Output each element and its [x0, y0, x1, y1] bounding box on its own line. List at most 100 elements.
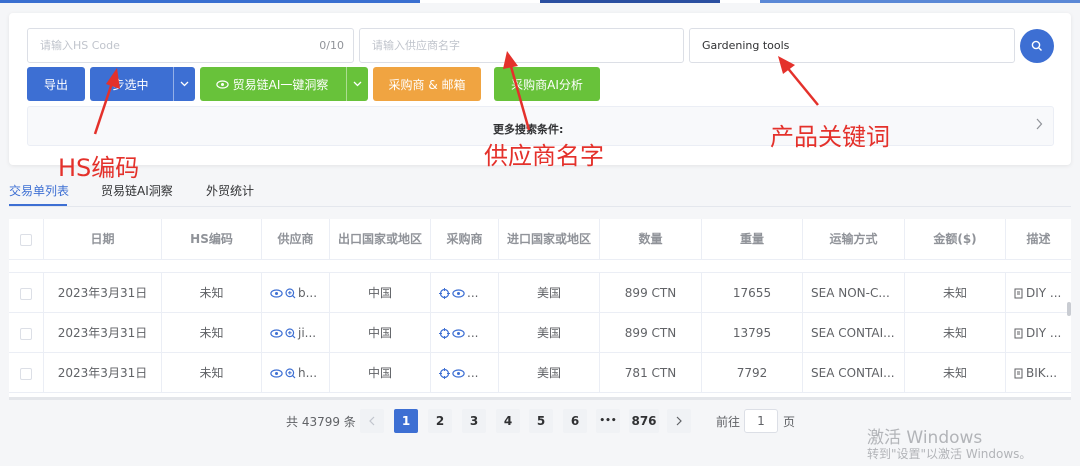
cell-import-country: 美国	[499, 353, 600, 393]
eye-icon[interactable]	[270, 369, 283, 378]
supplier-input[interactable]: 请输入供应商名字	[359, 28, 684, 63]
table-row[interactable]: 2023年3月31日 未知 ji... 中国 ... 美国 899 CTN 13…	[9, 313, 1071, 353]
target-icon[interactable]	[439, 368, 450, 379]
tab-ai-insight[interactable]: 贸易链AI洞察	[101, 182, 173, 199]
document-icon[interactable]	[1014, 328, 1024, 339]
header-hs-code[interactable]: HS编码	[162, 219, 262, 260]
cell-weight: 7792	[702, 353, 803, 393]
ai-insight-button[interactable]: 贸易链AI一键洞察	[200, 67, 368, 101]
search-button[interactable]	[1020, 29, 1054, 63]
cell-hs-code: 未知	[162, 313, 262, 353]
vertical-scrollbar[interactable]	[1067, 302, 1071, 316]
page-3-button[interactable]: 3	[462, 409, 486, 433]
horizontal-scrollbar[interactable]	[9, 397, 1071, 400]
export-label: 导出	[43, 77, 68, 92]
page-2-button[interactable]: 2	[428, 409, 452, 433]
table-row[interactable]	[9, 260, 1071, 273]
header-description[interactable]: 描述	[1006, 219, 1071, 260]
document-icon[interactable]	[1014, 368, 1024, 379]
cell-quantity: 899 CTN	[600, 273, 702, 313]
cell-buyer[interactable]: ...	[431, 273, 499, 313]
annotation-supplier: 供应商名字	[484, 142, 604, 170]
prev-page-button[interactable]	[360, 409, 384, 433]
header-date[interactable]: 日期	[44, 219, 162, 260]
sync-dropdown-toggle[interactable]	[173, 67, 195, 101]
export-button[interactable]: 导出	[27, 67, 85, 101]
buyer-name: ...	[467, 286, 479, 300]
sync-selected-label: 步选中	[112, 77, 149, 92]
select-all-checkbox[interactable]	[20, 233, 32, 246]
next-page-button[interactable]	[667, 409, 691, 433]
table-row[interactable]: 2023年3月31日 未知 b... 中国 ... 美国 899 CTN 176…	[9, 273, 1071, 313]
page-4-button[interactable]: 4	[496, 409, 520, 433]
cell-buyer[interactable]: ...	[431, 353, 499, 393]
buyer-ai-analysis-label: 采购商AI分析	[511, 77, 583, 92]
target-icon[interactable]	[439, 288, 450, 299]
cell-date: 2023年3月31日	[44, 273, 162, 313]
header-buyer[interactable]: 采购商	[431, 219, 499, 260]
page-last-button[interactable]: 876	[629, 409, 659, 433]
eye-icon[interactable]	[270, 289, 283, 298]
header-amount[interactable]: 金额($)	[905, 219, 1006, 260]
cell-buyer[interactable]: ...	[431, 313, 499, 353]
cell-supplier[interactable]: ji...	[262, 313, 330, 353]
eye-icon[interactable]	[452, 289, 465, 298]
cell-supplier[interactable]: b...	[262, 273, 330, 313]
page-suffix: 页	[783, 415, 796, 429]
header-import-country[interactable]: 进口国家或地区	[499, 219, 600, 260]
supplier-name: ji...	[298, 326, 317, 340]
eye-icon[interactable]	[452, 369, 465, 378]
row-checkbox[interactable]	[20, 367, 32, 380]
description-text: BIK...	[1026, 366, 1058, 380]
cell-supplier[interactable]: h...	[262, 353, 330, 393]
cell-transport: SEA CONTAI...	[803, 313, 905, 353]
header-export-country[interactable]: 出口国家或地区	[330, 219, 431, 260]
buyer-email-button[interactable]: 采购商 & 邮箱	[373, 67, 481, 101]
description-text: DIY ...	[1026, 326, 1062, 340]
eye-icon	[215, 79, 229, 89]
page-1-button[interactable]: 1	[394, 409, 418, 433]
buyer-name: ...	[467, 326, 479, 340]
row-checkbox[interactable]	[20, 287, 32, 300]
cell-description[interactable]: DIY ...	[1006, 273, 1071, 313]
cell-description[interactable]: BIK...	[1006, 353, 1071, 393]
table-row[interactable]: 2023年3月31日 未知 h... 中国 ... 美国 781 CTN 779…	[9, 353, 1071, 393]
target-icon[interactable]	[439, 328, 450, 339]
chevron-right-icon	[1036, 118, 1043, 130]
keyword-input[interactable]: Gardening tools	[689, 28, 1015, 63]
more-conditions-label: 更多搜索条件:	[493, 123, 564, 136]
header-quantity[interactable]: 数量	[600, 219, 702, 260]
active-tab-indicator	[9, 204, 67, 206]
sync-selected-button[interactable]: 步选中	[90, 67, 195, 101]
goto-label: 前往	[716, 415, 741, 429]
goto-page-input[interactable]: 1	[744, 409, 778, 433]
header-weight[interactable]: 重量	[702, 219, 803, 260]
total-count: 共 43799 条	[286, 415, 356, 429]
chevron-right-icon	[676, 416, 682, 426]
buyer-ai-analysis-button[interactable]: 采购商AI分析	[494, 67, 600, 101]
keyword-value: Gardening tools	[702, 39, 790, 52]
zoom-in-icon[interactable]	[285, 328, 296, 339]
cell-amount: 未知	[905, 313, 1006, 353]
eye-icon[interactable]	[452, 329, 465, 338]
tab-trade-stats[interactable]: 外贸统计	[206, 182, 254, 199]
header-supplier[interactable]: 供应商	[262, 219, 330, 260]
cell-import-country: 美国	[499, 273, 600, 313]
cell-description[interactable]: DIY ...	[1006, 313, 1071, 353]
ai-insight-dropdown-toggle[interactable]	[346, 67, 368, 101]
chevron-down-icon	[353, 81, 362, 87]
document-icon[interactable]	[1014, 288, 1024, 299]
row-checkbox[interactable]	[20, 327, 32, 340]
more-pages-button[interactable]: •••	[596, 409, 620, 433]
eye-icon[interactable]	[270, 329, 283, 338]
table-header: 日期 HS编码 供应商 出口国家或地区 采购商 进口国家或地区 数量 重量 运输…	[9, 219, 1071, 260]
header-transport[interactable]: 运输方式	[803, 219, 905, 260]
zoom-in-icon[interactable]	[285, 288, 296, 299]
zoom-in-icon[interactable]	[285, 368, 296, 379]
tab-transactions[interactable]: 交易单列表	[9, 182, 69, 199]
page-6-button[interactable]: 6	[563, 409, 587, 433]
cell-hs-code: 未知	[162, 273, 262, 313]
cell-quantity: 781 CTN	[600, 353, 702, 393]
page-5-button[interactable]: 5	[529, 409, 553, 433]
hs-code-input[interactable]: 请输入HS Code 0/10	[27, 28, 354, 63]
